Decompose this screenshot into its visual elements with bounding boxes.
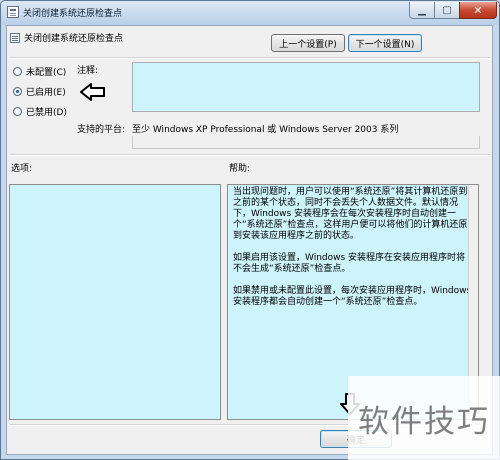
previous-setting-button[interactable]: 上一个设置(P) [271, 34, 345, 52]
help-paragraph-1: 当出现问题时，用户可以使用“系统还原”将其计算机还原到之前的某个状态，同时不会丢… [233, 187, 468, 241]
watermark-logo: 软件技巧 [348, 376, 500, 460]
help-paragraph-2: 如果启用该设置，Windows 安装程序在安装应用程序时将不会生成“系统还原”检… [233, 253, 466, 274]
radio-not-configured[interactable]: 未配置(C) [13, 65, 66, 78]
title-bar[interactable]: 关闭创建系统还原检查点 ▁ ▢ ✕ [1, 1, 499, 25]
radio-disabled-icon[interactable] [13, 107, 22, 116]
close-button[interactable]: ✕ [459, 2, 497, 19]
body-divider [9, 154, 490, 156]
minimize-button[interactable]: ▁ [409, 2, 435, 19]
options-label: 选项: [11, 164, 33, 174]
comment-label: 注释: [77, 66, 99, 76]
platform-value: 至少 Windows XP Professional 或 Windows Ser… [132, 125, 399, 135]
platform-label: 支持的平台: [77, 125, 126, 135]
radio-disabled-label: 已禁用(D) [26, 108, 67, 118]
radio-not-configured-label: 未配置(C) [26, 68, 67, 78]
radio-enabled[interactable]: 已启用(E) [13, 85, 66, 98]
policy-setting-icon [10, 33, 20, 43]
policy-name: 关闭创建系统还原检查点 [24, 34, 124, 44]
platform-field-border [132, 136, 480, 149]
comment-field[interactable] [132, 62, 480, 112]
maximize-icon: ▢ [442, 4, 452, 16]
radio-enabled-icon[interactable] [13, 87, 22, 96]
close-icon: ✕ [473, 3, 483, 17]
maximize-button[interactable]: ▢ [434, 2, 460, 19]
header-divider [9, 57, 490, 59]
minimize-icon: ▁ [418, 4, 426, 16]
radio-disabled[interactable]: 已禁用(D) [13, 105, 67, 118]
window-title: 关闭创建系统还原检查点 [23, 9, 123, 19]
help-paragraph-3: 如果禁用或未配置此设置，每次安装应用程序时，Windows 安装程序都会自动创建… [233, 286, 472, 307]
radio-enabled-label: 已启用(E) [26, 88, 66, 98]
pointer-arrow-icon [80, 83, 105, 101]
radio-not-configured-icon[interactable] [13, 67, 22, 76]
policy-window-icon [7, 6, 19, 18]
next-setting-button[interactable]: 下一个设置(N) [348, 34, 422, 52]
help-label: 帮助: [229, 164, 251, 174]
options-pane[interactable] [9, 184, 221, 420]
